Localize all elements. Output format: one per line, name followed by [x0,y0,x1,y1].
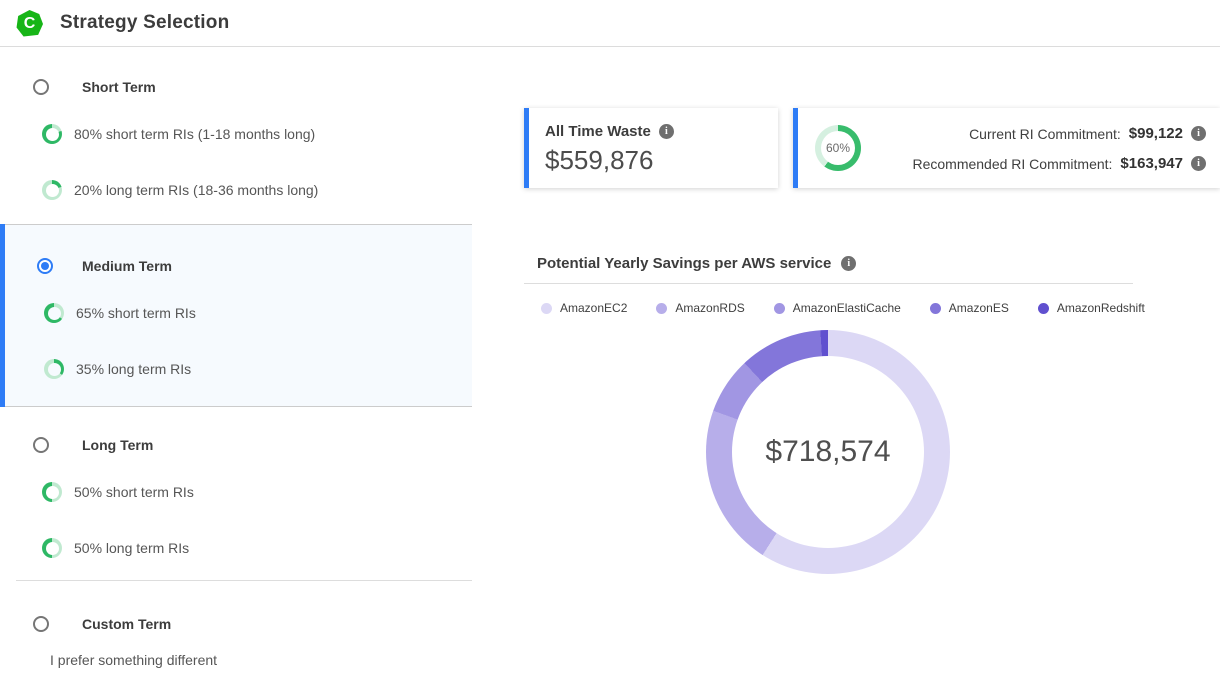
waste-value: $559,876 [545,145,778,176]
allocation-label: 65% short term RIs [76,305,196,321]
section-divider [16,580,472,581]
allocation-ring-icon [42,180,62,200]
legend-dot-icon [541,303,552,314]
chart-header: Potential Yearly Savings per AWS service… [537,255,856,272]
legend-label: AmazonRDS [675,301,744,315]
legend-label: AmazonRedshift [1057,301,1145,315]
strategy-option-short-term[interactable]: Short Term [33,79,156,95]
current-ri-commitment-label: Current RI Commitment: [969,126,1121,142]
allocation-row: 50% short term RIs [42,482,194,502]
app-logo-icon: C [16,10,43,37]
strategy-label: Short Term [82,79,156,95]
legend-label: AmazonES [949,301,1009,315]
allocation-label: 50% long term RIs [74,540,189,556]
all-time-waste-card: All Time Waste i $559,876 [524,108,778,188]
legend-dot-icon [774,303,785,314]
legend-item[interactable]: AmazonRedshift [1038,301,1145,315]
legend-label: AmazonElastiCache [793,301,901,315]
legend-item[interactable]: AmazonEC2 [541,301,627,315]
allocation-ring-icon [42,124,62,144]
legend-dot-icon [1038,303,1049,314]
strategy-label: Long Term [82,437,153,453]
info-icon[interactable]: i [1191,156,1206,171]
radio-medium-term[interactable] [37,258,53,274]
chart-legend: AmazonEC2 AmazonRDS AmazonElastiCache Amazo… [541,301,1145,315]
legend-item[interactable]: AmazonElastiCache [774,301,901,315]
legend-dot-icon [930,303,941,314]
allocation-ring-icon [44,359,64,379]
custom-term-note: I prefer something different [50,652,217,668]
allocation-row: 80% short term RIs (1-18 months long) [42,124,315,144]
current-ri-commitment-value: $99,122 [1129,125,1183,142]
strategy-label: Custom Term [82,616,171,632]
allocation-ring-icon [42,538,62,558]
allocation-ring-icon [44,303,64,323]
chart-title: Potential Yearly Savings per AWS service [537,255,831,272]
allocation-ring-icon [42,482,62,502]
radio-long-term[interactable] [33,437,49,453]
allocation-row: 35% long term RIs [44,359,191,379]
strategy-label: Medium Term [82,258,172,274]
legend-label: AmazonEC2 [560,301,627,315]
ri-commitment-card: 60% Current RI Commitment: $99,122 i Rec… [793,108,1220,188]
allocation-label: 20% long term RIs (18-36 months long) [74,182,318,198]
utilization-percent: 60% [821,131,855,165]
recommended-ri-commitment-label: Recommended RI Commitment: [912,156,1112,172]
allocation-row: 65% short term RIs [44,303,196,323]
strategy-option-medium-term[interactable]: Medium Term [37,258,172,274]
radio-custom-term[interactable] [33,616,49,632]
strategy-option-long-term[interactable]: Long Term [33,437,153,453]
recommended-ri-commitment-row: Recommended RI Commitment: $163,947 i [912,155,1206,172]
allocation-row: 20% long term RIs (18-36 months long) [42,180,318,200]
legend-item[interactable]: AmazonRDS [656,301,744,315]
allocation-label: 35% long term RIs [76,361,191,377]
savings-donut-chart: $718,574 [706,330,950,574]
selected-strategy-accent-bar [0,224,5,407]
radio-short-term[interactable] [33,79,49,95]
utilization-donut: 60% [815,125,861,171]
allocation-row: 50% long term RIs [42,538,189,558]
legend-dot-icon [656,303,667,314]
chart-divider [524,283,1133,284]
donut-center-value: $718,574 [706,330,950,574]
page-title: Strategy Selection [60,12,229,34]
allocation-label: 80% short term RIs (1-18 months long) [74,126,315,142]
page-header: C Strategy Selection [0,0,1220,47]
waste-card-title: All Time Waste [545,123,651,140]
info-icon[interactable]: i [659,124,674,139]
current-ri-commitment-row: Current RI Commitment: $99,122 i [969,125,1206,142]
info-icon[interactable]: i [1191,126,1206,141]
info-icon[interactable]: i [841,256,856,271]
recommended-ri-commitment-value: $163,947 [1120,155,1183,172]
strategy-option-custom-term[interactable]: Custom Term [33,616,171,632]
legend-item[interactable]: AmazonES [930,301,1009,315]
allocation-label: 50% short term RIs [74,484,194,500]
